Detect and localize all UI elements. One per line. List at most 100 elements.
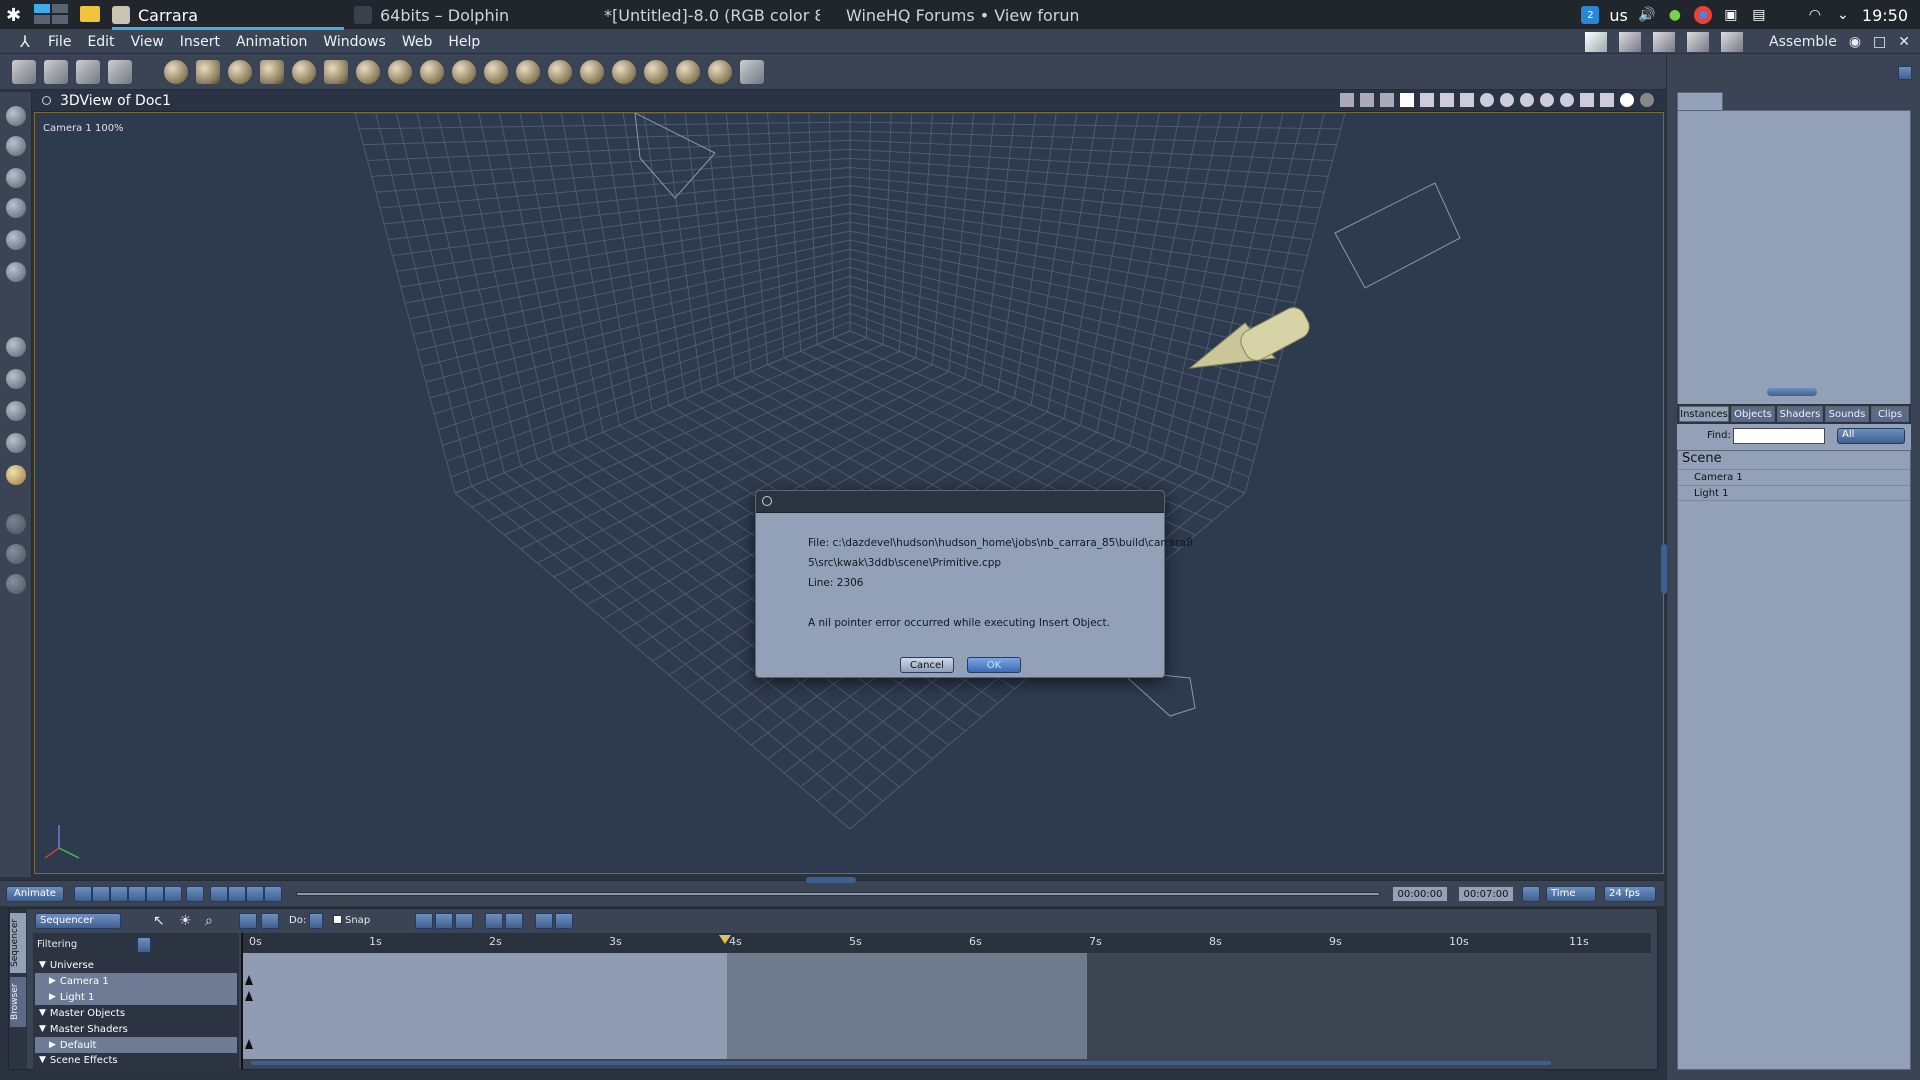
notification-icon[interactable]: 2 xyxy=(1581,6,1600,24)
zoom-icon[interactable]: ⌕ xyxy=(205,913,213,929)
chevron-down-icon[interactable]: ▼ xyxy=(39,960,46,970)
dialog-close-icon[interactable] xyxy=(762,496,772,506)
cube-icon[interactable] xyxy=(1580,93,1594,107)
gear-icon[interactable] xyxy=(356,60,380,84)
keyboard-layout[interactable]: us xyxy=(1609,6,1627,25)
panel-select[interactable]: Sequencer xyxy=(35,913,121,929)
camera-icon[interactable] xyxy=(644,60,668,84)
shader-tool-icon[interactable] xyxy=(6,465,26,485)
menu-view[interactable]: View xyxy=(123,34,172,50)
scale-tool-icon[interactable] xyxy=(6,198,26,218)
zoom-tool-icon[interactable] xyxy=(6,574,26,594)
shield-icon[interactable] xyxy=(1480,93,1494,107)
step-back-icon[interactable] xyxy=(92,886,110,902)
chevron-right-icon[interactable]: ▶ xyxy=(49,992,56,1002)
text-icon[interactable] xyxy=(324,60,348,84)
clipboard-icon[interactable]: ▤ xyxy=(1750,6,1768,24)
desktop-pager-icon[interactable] xyxy=(52,4,68,13)
track-area[interactable] xyxy=(241,953,1651,1069)
edit-tool-icon[interactable] xyxy=(6,262,26,282)
clock[interactable]: 19:50 xyxy=(1862,6,1908,25)
desktop-pager-icon[interactable] xyxy=(34,4,50,13)
menu-insert[interactable]: Insert xyxy=(172,34,228,50)
layout-single-icon[interactable] xyxy=(1400,93,1414,107)
arrow-tool-icon[interactable] xyxy=(6,106,26,126)
sculpt-tool-icon[interactable] xyxy=(108,60,132,84)
list-item[interactable]: Light 1 xyxy=(1678,485,1910,501)
tab-clips[interactable]: Clips xyxy=(1871,406,1909,422)
direct-manipulation-icon[interactable] xyxy=(6,337,26,357)
time-mode-select[interactable]: Time xyxy=(1546,886,1596,902)
track-master-shaders[interactable]: ▼ Master Shaders xyxy=(35,1021,237,1037)
link-tool-icon[interactable] xyxy=(6,230,26,250)
selection-tool-icon[interactable] xyxy=(12,60,36,84)
wifi-icon[interactable]: ◠ xyxy=(1806,6,1824,24)
wireframe-icon[interactable] xyxy=(1540,93,1554,107)
play-icon[interactable] xyxy=(128,886,146,902)
chevron-right-icon[interactable]: ▶ xyxy=(49,1040,56,1050)
end-time-field[interactable]: 00:07:00 xyxy=(1458,886,1514,902)
panel-menu-icon[interactable] xyxy=(1898,66,1912,80)
shield-icon[interactable] xyxy=(1500,93,1514,107)
torus-icon[interactable] xyxy=(228,60,252,84)
delete-key-icon[interactable] xyxy=(246,886,264,902)
time-ruler[interactable]: 0s 1s 2s 3s 4s 5s 6s 7s 8s 9s 10s 11s xyxy=(241,933,1651,953)
menu-file[interactable]: File xyxy=(40,34,79,50)
menu-windows[interactable]: Windows xyxy=(315,34,394,50)
tab-sequencer[interactable]: Sequencer xyxy=(10,913,26,973)
task-carrara[interactable]: Carrara xyxy=(112,0,344,30)
properties-tab[interactable] xyxy=(1677,92,1723,110)
light-cone-object[interactable] xyxy=(1188,303,1313,369)
track-light[interactable]: ▶ Light 1 xyxy=(35,989,237,1005)
camera-select-icon[interactable] xyxy=(1340,93,1354,107)
track-universe[interactable]: ▼ Universe xyxy=(35,957,237,973)
cylinder-icon[interactable] xyxy=(196,60,220,84)
rotate-tool-icon[interactable] xyxy=(6,168,26,188)
hand-tool-icon[interactable] xyxy=(44,60,68,84)
light-select-icon[interactable] xyxy=(1360,93,1374,107)
fps-select[interactable]: 24 fps xyxy=(1604,886,1656,902)
snap-checkbox[interactable] xyxy=(333,915,342,924)
menu-help[interactable]: Help xyxy=(440,34,488,50)
frame-selection-icon[interactable] xyxy=(261,913,279,929)
group-icon[interactable] xyxy=(676,60,700,84)
find-input[interactable] xyxy=(1733,428,1825,444)
spline-icon[interactable] xyxy=(548,60,572,84)
task-dolphin[interactable]: 64bits – Dolphin xyxy=(354,0,584,30)
tab-browser[interactable]: Browser xyxy=(10,977,26,1027)
spin-tool-icon[interactable] xyxy=(6,401,26,421)
ring-icon[interactable] xyxy=(292,60,316,84)
tab-sounds[interactable]: Sounds xyxy=(1825,406,1869,422)
sun-icon[interactable]: ☀ xyxy=(179,913,192,929)
paint-tool-icon[interactable] xyxy=(76,60,100,84)
globe-tool-icon[interactable] xyxy=(6,433,26,453)
group-keys-icon[interactable] xyxy=(535,913,553,929)
volume-icon[interactable]: 🔊 xyxy=(1638,6,1656,24)
task-browser[interactable]: WineHQ Forums • View forum xyxy=(838,0,1078,30)
stop-icon[interactable] xyxy=(110,886,128,902)
desktop-pager-icon[interactable] xyxy=(52,15,68,24)
chevron-down-icon[interactable]: ▼ xyxy=(39,1024,46,1034)
track-scene-effects[interactable]: ▼ Scene Effects xyxy=(35,1053,237,1067)
keyframe-marker[interactable] xyxy=(245,975,253,985)
menu-edit[interactable]: Edit xyxy=(79,34,122,50)
layout-grid-icon[interactable] xyxy=(1440,93,1454,107)
cube-shaded-icon[interactable] xyxy=(1600,93,1614,107)
tween-out-icon[interactable] xyxy=(505,913,523,929)
track-camera[interactable]: ▶ Camera 1 xyxy=(35,973,237,989)
folder-icon[interactable] xyxy=(80,6,100,22)
tween-bezier-icon[interactable] xyxy=(435,913,453,929)
kde-launcher-icon[interactable]: ✱ xyxy=(6,5,26,26)
eye-icon[interactable]: ◉ xyxy=(1849,34,1861,50)
filtering-select[interactable] xyxy=(137,937,151,953)
fire-icon[interactable] xyxy=(484,60,508,84)
view-splitter-handle[interactable] xyxy=(806,877,856,883)
vertex-object-icon[interactable] xyxy=(516,60,540,84)
ungroup-keys-icon[interactable] xyxy=(555,913,573,929)
pointer-icon[interactable]: ↖ xyxy=(153,913,165,929)
room-texture-icon[interactable] xyxy=(1687,32,1709,52)
task-gimp[interactable]: *[Untitled]-8.0 (RGB color 8-bi xyxy=(596,0,820,30)
find-filter-select[interactable]: All xyxy=(1837,428,1905,444)
panel-collapse-handle[interactable] xyxy=(1661,544,1667,594)
track-default[interactable]: ▶ Default xyxy=(35,1037,237,1053)
